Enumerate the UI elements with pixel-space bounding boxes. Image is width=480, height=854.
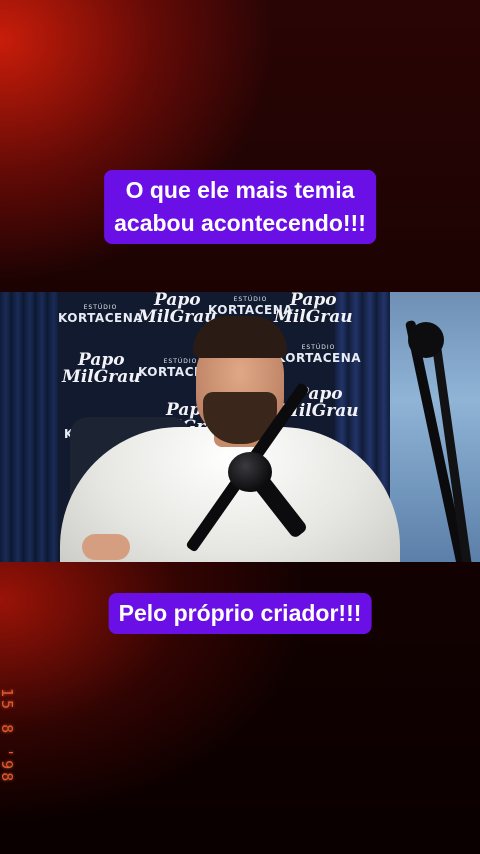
caption-bottom: Pelo próprio criador!!! [108, 593, 372, 634]
reel-frame: O que ele mais temia acabou acontecendo!… [0, 0, 480, 854]
person-hand [82, 534, 130, 560]
backdrop-logo-papo-milgrau: Papo MilGrau [274, 292, 353, 327]
caption-top-line-2: acabou acontecendo!!! [114, 210, 366, 236]
backdrop-logo-papo-milgrau: Papo MilGrau [62, 350, 141, 387]
backdrop-logo-kortacena: ESTÚDIO KORTACENA [58, 304, 144, 325]
microphone-icon [228, 452, 272, 492]
caption-top-line-1: O que ele mais temia [125, 177, 355, 203]
caption-top: O que ele mais temia acabou acontecendo!… [104, 170, 376, 244]
video-player[interactable]: ESTÚDIO KORTACENA Papo MilGrau ESTÚDIO K… [0, 292, 480, 562]
backdrop-logo-papo-milgrau: Papo MilGrau [138, 292, 217, 327]
mic-boom-joint [408, 322, 444, 358]
person-hair [193, 316, 287, 358]
curtain-left [0, 292, 58, 562]
date-stamp: 15 8 '98 [0, 688, 16, 785]
backdrop-logo-kortacena: ESTÚDIO KORTACENA [276, 344, 362, 365]
